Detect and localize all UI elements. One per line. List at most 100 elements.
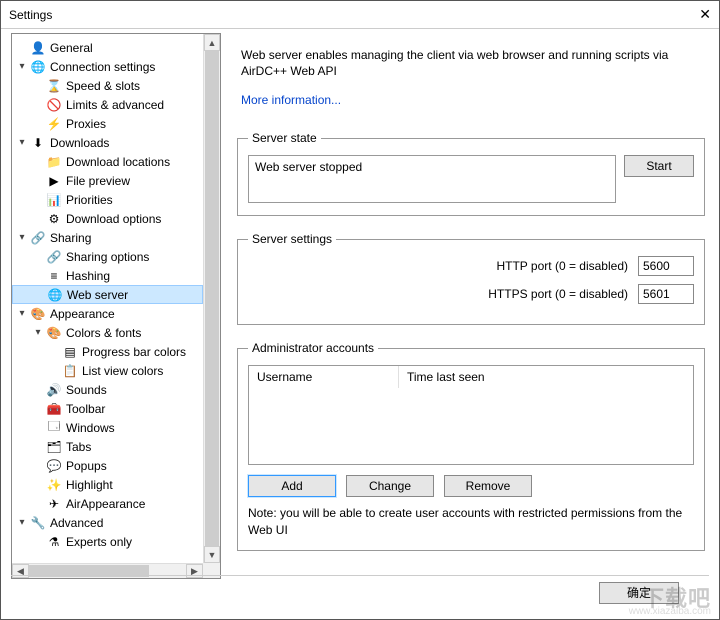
tree-item-label: Sharing [50, 231, 91, 245]
share-icon: 🔗 [30, 230, 46, 246]
tree-item[interactable]: ▾🎨 Colors & fonts [12, 323, 203, 342]
hash-icon: ≡ [46, 268, 62, 284]
https-port-input[interactable] [638, 284, 694, 304]
chevron-down-icon[interactable]: ▾ [16, 232, 28, 243]
chevron-down-icon[interactable]: ▾ [16, 137, 28, 148]
tree-item[interactable]: ▾⬇Downloads [12, 133, 203, 152]
tree-item[interactable]: ⌛Speed & slots [12, 76, 203, 95]
tree-item-label: Speed & slots [66, 79, 140, 93]
popup-icon: 💬 [46, 458, 62, 474]
ok-button[interactable]: 确定 [599, 582, 679, 604]
tree-item-label: Advanced [50, 516, 103, 530]
globe-icon: 🌐 [30, 59, 46, 75]
tree-item[interactable]: ▾🔗 Sharing [12, 228, 203, 247]
expert-icon: ⚗ [46, 534, 62, 550]
https-port-label: HTTPS port (0 = disabled) [488, 287, 628, 301]
tree-item[interactable]: ⚙Download options [12, 209, 203, 228]
tree-item-label: Progress bar colors [82, 345, 186, 359]
change-button[interactable]: Change [346, 475, 434, 497]
tree-item-label: General [50, 41, 93, 55]
folder-icon: 📁 [46, 154, 62, 170]
tree-item[interactable]: ⚗ Experts only [12, 532, 203, 551]
tree-item[interactable]: 📁 Download locations [12, 152, 203, 171]
tree-item[interactable]: ▤ Progress bar colors [12, 342, 203, 361]
tree-item[interactable]: 🔊Sounds [12, 380, 203, 399]
close-icon[interactable]: ✕ [671, 6, 711, 23]
tree-item-label: Sounds [66, 383, 107, 397]
more-information-link[interactable]: More information... [241, 93, 341, 107]
http-port-input[interactable] [638, 256, 694, 276]
remove-button[interactable]: Remove [444, 475, 532, 497]
tree-item[interactable]: 👤General [12, 38, 203, 57]
highlight-icon: ✨ [46, 477, 62, 493]
server-settings-legend: Server settings [248, 232, 336, 246]
tree-item[interactable]: 📊Priorities [12, 190, 203, 209]
http-port-label: HTTP port (0 = disabled) [496, 259, 628, 273]
tree-item-label: Priorities [66, 193, 113, 207]
tree-item-label: Toolbar [66, 402, 105, 416]
start-button[interactable]: Start [624, 155, 694, 177]
chevron-down-icon[interactable]: ▾ [32, 327, 44, 338]
colors-icon: 🎨 [46, 325, 62, 341]
tree-item[interactable]: 📋List view colors [12, 361, 203, 380]
tree-item[interactable]: 🌐Web server [12, 285, 203, 304]
server-state-legend: Server state [248, 131, 321, 145]
tree-item[interactable]: 🗔 Windows [12, 418, 203, 437]
settings-tree[interactable]: 👤General▾🌐Connection settings⌛Speed & sl… [12, 34, 203, 563]
server-settings-group: Server settings HTTP port (0 = disabled)… [237, 232, 705, 325]
tree-item[interactable]: ✨Highlight [12, 475, 203, 494]
server-state-group: Server state Web server stopped Start [237, 131, 705, 216]
tree-item-label: Limits & advanced [66, 98, 164, 112]
sign-icon: 🚫 [46, 97, 62, 113]
tree-item-label: Download locations [66, 155, 170, 169]
web-server-description: Web server enables managing the client v… [241, 47, 701, 79]
content-panel: Web server enables managing the client v… [233, 33, 709, 573]
chevron-down-icon[interactable]: ▾ [16, 517, 28, 528]
chevron-down-icon[interactable]: ▾ [16, 61, 28, 72]
tree-item[interactable]: 🚫 Limits & advanced [12, 95, 203, 114]
add-button[interactable]: Add [248, 475, 336, 497]
admin-accounts-legend: Administrator accounts [248, 341, 378, 355]
tree-item-label: File preview [66, 174, 130, 188]
tree-item[interactable]: ≡ Hashing [12, 266, 203, 285]
dialog-footer: 确定 [11, 575, 709, 609]
scroll-thumb[interactable] [205, 51, 219, 546]
tree-item[interactable]: ⚡Proxies [12, 114, 203, 133]
admin-accounts-header: Username Time last seen [249, 366, 693, 388]
progress-icon: ▤ [62, 344, 78, 360]
tree-item[interactable]: ✈ AirAppearance [12, 494, 203, 513]
tree-item-label: Experts only [66, 535, 132, 549]
scroll-down-icon[interactable]: ▼ [204, 546, 220, 563]
share2-icon: 🔗 [46, 249, 62, 265]
tree-item-label: Appearance [50, 307, 115, 321]
tree-item[interactable]: ▶File preview [12, 171, 203, 190]
tree-item[interactable]: 💬Popups [12, 456, 203, 475]
tree-item[interactable]: ▾🌐 Connection settings [12, 57, 203, 76]
tree-item-label: Connection settings [50, 60, 155, 74]
wrench-icon: 🔧 [30, 515, 46, 531]
tree-item[interactable]: ▾🔧 Advanced [12, 513, 203, 532]
list-icon: 📋 [62, 363, 78, 379]
tree-item[interactable]: 🧰Toolbar [12, 399, 203, 418]
window-title: Settings [9, 8, 52, 22]
down-icon: ⬇ [30, 135, 46, 151]
window-icon: 🗔 [46, 420, 62, 436]
scroll-up-icon[interactable]: ▲ [204, 34, 220, 51]
palette-icon: 🎨 [30, 306, 46, 322]
tree-item[interactable]: 🔗 Sharing options [12, 247, 203, 266]
tree-item[interactable]: ▾🎨 Appearance [12, 304, 203, 323]
tree-item-label: Sharing options [66, 250, 149, 264]
column-time-last-seen[interactable]: Time last seen [399, 366, 693, 388]
column-username[interactable]: Username [249, 366, 399, 388]
air-icon: ✈ [46, 496, 62, 512]
tree-item-label: AirAppearance [66, 497, 145, 511]
tree-item-label: Windows [66, 421, 115, 435]
vertical-scrollbar[interactable]: ▲ ▼ [203, 34, 220, 563]
titlebar: Settings ✕ [1, 1, 719, 29]
tree-item-label: Colors & fonts [66, 326, 141, 340]
tree-item-label: Hashing [66, 269, 110, 283]
admin-accounts-list[interactable]: Username Time last seen [248, 365, 694, 465]
chevron-down-icon[interactable]: ▾ [16, 308, 28, 319]
tree-item[interactable]: 🗂Tabs [12, 437, 203, 456]
web-icon: 🌐 [47, 287, 63, 303]
